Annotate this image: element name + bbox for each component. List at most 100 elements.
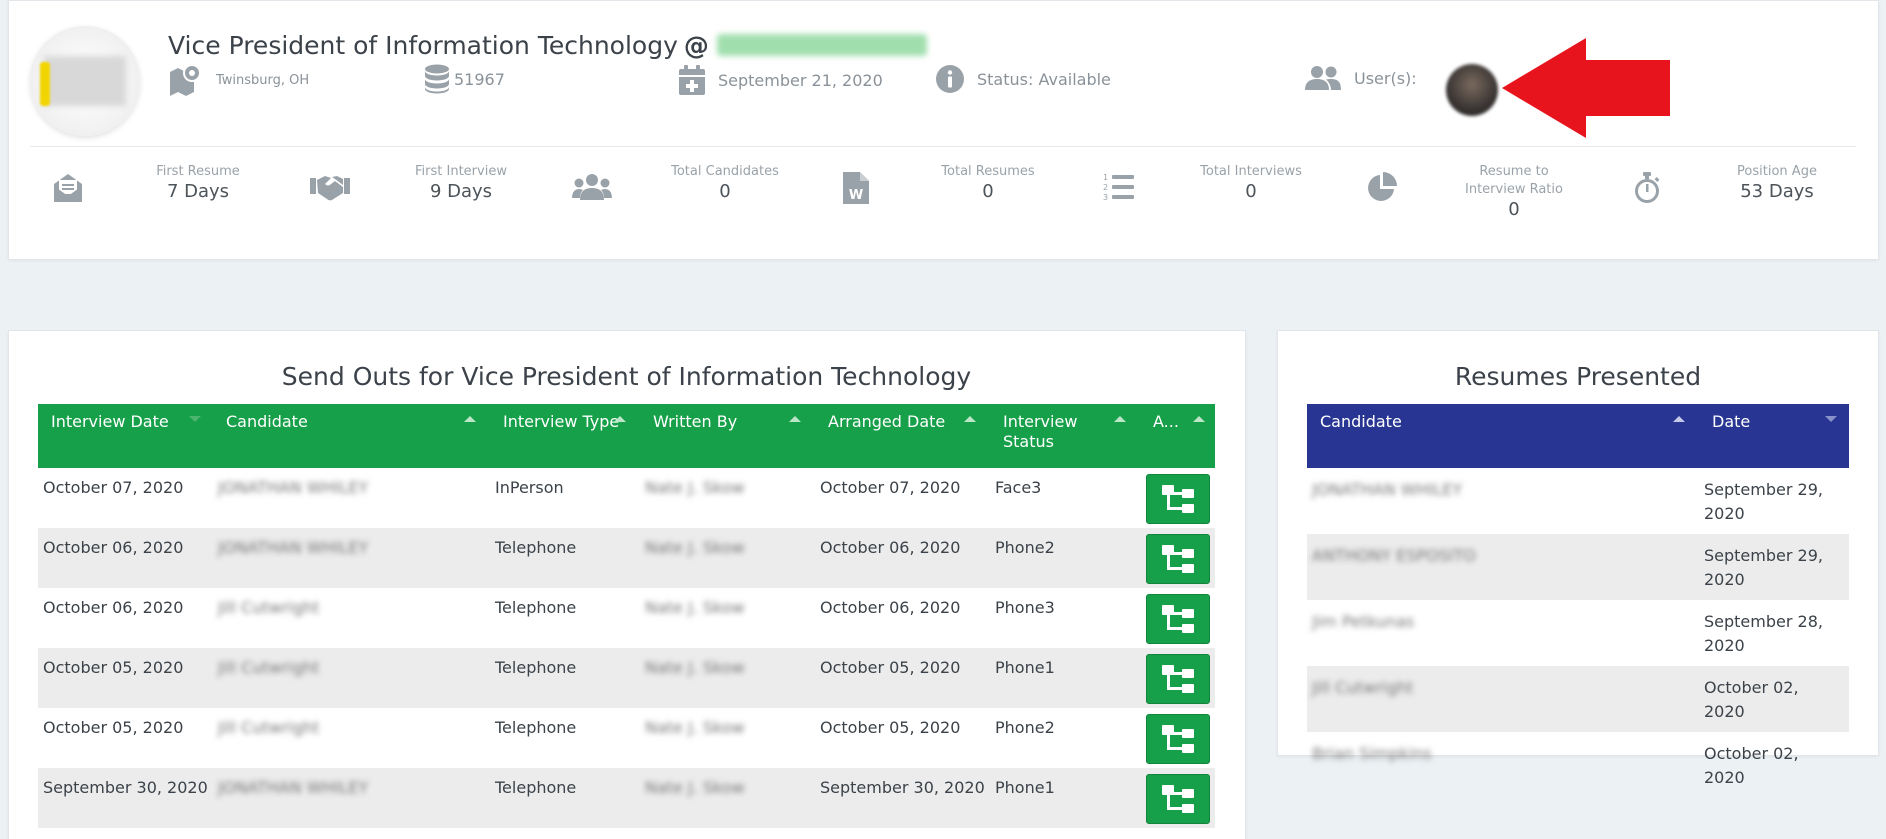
- interview-date-text: October 06, 2020: [43, 538, 184, 557]
- date-text: September 21, 2020: [718, 70, 883, 90]
- date-cell: September 29, 2020: [1699, 534, 1849, 600]
- sort-asc-icon: [1114, 416, 1126, 422]
- interview-type-cell: Telephone: [490, 588, 640, 648]
- sort-asc-icon: [1193, 416, 1205, 422]
- handshake-icon: [310, 176, 350, 201]
- resumes-header-row: Candidate Date: [1307, 404, 1849, 468]
- interview-type-text: InPerson: [495, 478, 564, 497]
- user-avatar[interactable]: [1446, 64, 1498, 116]
- candidate-cell: JONATHAN WHILEY: [213, 768, 490, 828]
- table-row[interactable]: October 06, 2020 JONATHAN WHILEY Telephone…: [38, 528, 1215, 588]
- resumes-title: Resumes Presented: [1454, 362, 1702, 391]
- col-header-written-by[interactable]: Written By: [640, 404, 815, 468]
- table-row[interactable]: October 05, 2020 Jill Cutwright Telephone N…: [38, 648, 1215, 708]
- candidate-text: JONATHAN WHILEY: [218, 538, 369, 557]
- stat-value: 0: [719, 181, 731, 202]
- workflow-button[interactable]: [1145, 774, 1210, 824]
- interview-type-text: Telephone: [495, 658, 577, 677]
- workflow-button[interactable]: [1145, 594, 1210, 644]
- written-by-cell: Nate J. Skow: [640, 468, 815, 528]
- col-header-interview-status[interactable]: Interview Status: [990, 404, 1140, 468]
- job-title: Vice President of Information Technology…: [168, 31, 927, 60]
- stat-total-candidates: Total Candidates 0: [640, 163, 810, 203]
- col-header-arranged-date[interactable]: Arranged Date: [815, 404, 990, 468]
- table-row[interactable]: September 30, 2020 JONATHAN WHILEY Telepho…: [38, 768, 1215, 828]
- written-by-text: Nate J. Skow: [645, 598, 745, 617]
- candidate-cell: JONATHAN WHILEY: [1307, 468, 1699, 534]
- col-header-actions[interactable]: A...: [1140, 404, 1215, 468]
- arranged-date-text: October 06, 2020: [820, 598, 961, 617]
- company-name-blurred: [716, 34, 927, 56]
- stat-value: 0: [1245, 181, 1257, 202]
- stat-value: 53 Days: [1740, 181, 1814, 202]
- table-row[interactable]: Jim Petkunas September 28, 2020: [1307, 600, 1849, 666]
- table-row[interactable]: October 07, 2020 JONATHAN WHILEY InPerson N…: [38, 468, 1215, 528]
- date-cell: October 02, 2020: [1699, 666, 1849, 732]
- col-header-label: Arranged Date: [828, 412, 946, 431]
- sitemap-icon: [1161, 485, 1194, 513]
- stat-first-resume: First Resume 7 Days: [113, 163, 283, 203]
- resumes-table: Candidate Date JONATHAN WHILEY September …: [1307, 404, 1849, 798]
- col-header-candidate[interactable]: Candidate: [213, 404, 490, 468]
- stat-label: Position Age: [1737, 164, 1817, 179]
- map-marker-icon: [170, 64, 201, 96]
- workflow-button[interactable]: [1145, 714, 1210, 764]
- stat-label: Resume to Interview Ratio: [1465, 164, 1563, 197]
- interview-date-cell: October 05, 2020: [38, 708, 213, 768]
- stopwatch-icon: [1635, 172, 1660, 203]
- table-row[interactable]: October 06, 2020 Jill Cutwright Telephone N…: [38, 588, 1215, 648]
- sort-desc-icon: [1825, 416, 1837, 422]
- candidate-text: Jill Cutwright: [218, 658, 320, 677]
- sort-asc-icon: [464, 416, 476, 422]
- col-header-date[interactable]: Date: [1699, 404, 1849, 468]
- arranged-date-text: October 05, 2020: [820, 658, 961, 677]
- candidate-cell: JONATHAN WHILEY: [213, 468, 490, 528]
- interview-date-cell: October 06, 2020: [38, 588, 213, 648]
- written-by-text: Nate J. Skow: [645, 658, 745, 677]
- date-text: September 28, 2020: [1704, 612, 1823, 655]
- candidate-text: Jim Petkunas: [1312, 612, 1415, 631]
- col-header-label: Candidate: [1320, 412, 1402, 431]
- col-header-candidate[interactable]: Candidate: [1307, 404, 1699, 468]
- stat-label: Total Candidates: [671, 164, 779, 179]
- interview-type-text: Telephone: [495, 718, 577, 737]
- job-id-meta: 51967: [424, 64, 505, 94]
- written-by-text: Nate J. Skow: [645, 478, 745, 497]
- interview-date-text: October 07, 2020: [43, 478, 184, 497]
- stat-label: First Interview: [415, 164, 507, 179]
- candidate-cell: Jim Petkunas: [1307, 600, 1699, 666]
- table-row[interactable]: ANTHONY ESPOSITO September 29, 2020: [1307, 534, 1849, 600]
- stat-value: 9 Days: [429, 181, 493, 202]
- stat-value: 0: [1508, 199, 1520, 220]
- svg-text:W: W: [849, 188, 863, 203]
- interview-status-cell: Phone2: [990, 708, 1140, 768]
- written-by-text: Nate J. Skow: [645, 538, 745, 557]
- written-by-text: Nate J. Skow: [645, 718, 745, 737]
- candidate-cell: Jill Cutwright: [1307, 666, 1699, 732]
- svg-text:3: 3: [1103, 193, 1108, 202]
- arranged-date-cell: October 07, 2020: [815, 468, 990, 528]
- col-header-interview-date[interactable]: Interview Date: [38, 404, 213, 468]
- table-row[interactable]: Jill Cutwright October 02, 2020: [1307, 666, 1849, 732]
- table-row[interactable]: JONATHAN WHILEY September 29, 2020: [1307, 468, 1849, 534]
- col-header-interview-type[interactable]: Interview Type: [490, 404, 640, 468]
- stat-label: Total Resumes: [941, 164, 1035, 179]
- arranged-date-text: September 30, 2020: [820, 778, 985, 797]
- arranged-date-text: October 05, 2020: [820, 718, 961, 737]
- workflow-button[interactable]: [1145, 534, 1210, 584]
- sort-asc-icon: [614, 416, 626, 422]
- users-icon: [1305, 66, 1341, 90]
- arranged-date-cell: October 06, 2020: [815, 588, 990, 648]
- interview-type-cell: Telephone: [490, 648, 640, 708]
- candidate-cell: Jill Cutwright: [213, 708, 490, 768]
- workflow-button[interactable]: [1145, 654, 1210, 704]
- sort-asc-icon: [964, 416, 976, 422]
- candidate-cell: ANTHONY ESPOSITO: [1307, 534, 1699, 600]
- candidate-cell: Jill Cutwright: [213, 588, 490, 648]
- workflow-button[interactable]: [1145, 474, 1210, 524]
- col-header-label: Interview Status: [1003, 412, 1078, 451]
- table-row[interactable]: October 05, 2020 Jill Cutwright Telephone N…: [38, 708, 1215, 768]
- arranged-date-text: October 06, 2020: [820, 538, 961, 557]
- stat-total-resumes: Total Resumes 0: [903, 163, 1073, 203]
- table-row[interactable]: Brian Simpkins October 02, 2020: [1307, 732, 1849, 798]
